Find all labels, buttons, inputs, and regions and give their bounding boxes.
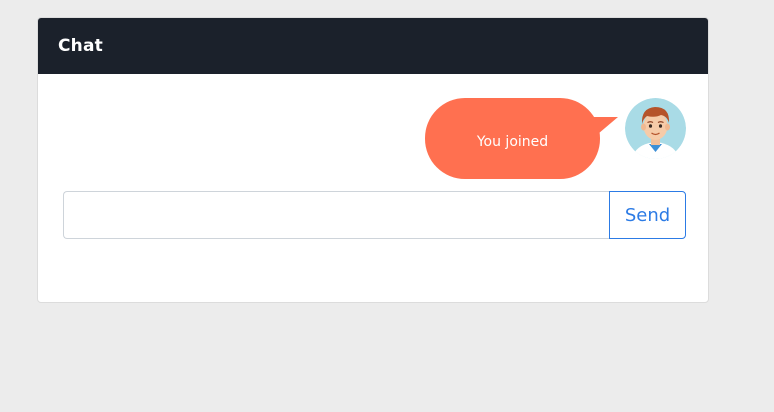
- chat-card: Chat You joined Send: [37, 17, 709, 303]
- message-input[interactable]: [63, 191, 609, 239]
- chat-message: You joined: [38, 74, 708, 179]
- user-avatar-icon: [625, 98, 686, 159]
- chat-header: Chat: [38, 18, 708, 74]
- bubble-tail: [592, 117, 618, 139]
- message-bubble: You joined: [425, 98, 600, 179]
- chat-title: Chat: [58, 36, 103, 56]
- send-button[interactable]: Send: [609, 191, 686, 239]
- message-text: You joined: [476, 133, 549, 150]
- chat-body: You joined Send: [38, 74, 708, 302]
- message-compose-row: Send: [63, 191, 686, 239]
